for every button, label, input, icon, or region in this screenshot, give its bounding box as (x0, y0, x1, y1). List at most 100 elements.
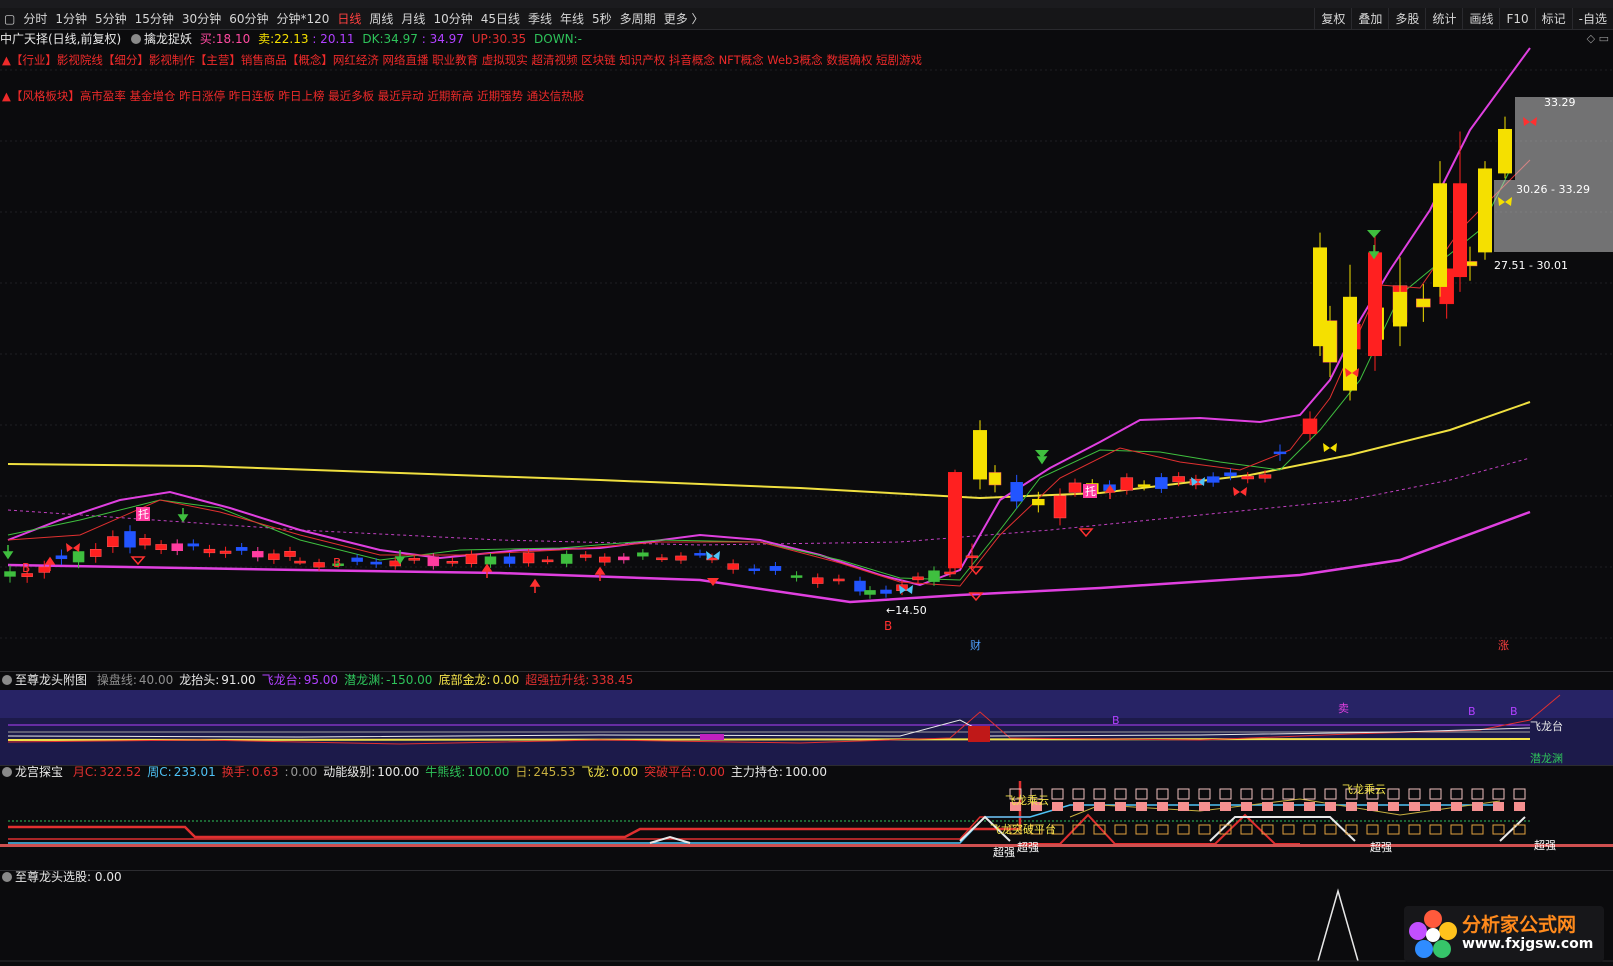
pane3-tag: 超强 (993, 845, 1015, 859)
toolbar-tool-button[interactable]: 统计 (1425, 8, 1462, 30)
platform-box (1387, 824, 1400, 835)
diamond-icon (130, 556, 146, 566)
platform-box (1114, 824, 1127, 835)
sector-tags[interactable]: ▲【行业】影视院线【细分】影视制作【主营】销售商品【概念】网红经济 网络直播 职… (2, 52, 922, 68)
pane3-tag: 飞龙突破平台 (990, 822, 1056, 836)
period-tab[interactable]: 月线 (397, 8, 429, 30)
candle-body (1302, 418, 1318, 435)
period-tab[interactable]: 分钟*120 (272, 8, 333, 30)
period-tab[interactable]: 5秒 (588, 8, 616, 30)
period-tab[interactable]: 季线 (524, 8, 556, 30)
indicator-label: : (284, 765, 289, 779)
indicator-label: 日: (515, 765, 532, 779)
platform-box (1303, 788, 1316, 800)
period-tab[interactable]: 更多 〉 (660, 8, 708, 30)
sell-label: 卖: (258, 32, 275, 46)
candle-body (833, 578, 845, 582)
period-tab[interactable]: 10分钟 (429, 8, 476, 30)
toolbar-tool-button[interactable]: -自选 (1571, 8, 1613, 30)
platform-box (1346, 802, 1357, 811)
period-tab[interactable]: 年线 (556, 8, 588, 30)
period-tab[interactable]: 1分钟 (51, 8, 91, 30)
pane2-indicator-chart[interactable]: 卖 B B B 飞龙台潜龙渊 (0, 690, 1613, 765)
stock-name[interactable]: 中广天择(日线,前复权) (0, 32, 121, 46)
platform-box (1283, 802, 1294, 811)
candle-body (55, 555, 68, 560)
pane4-toggle-icon[interactable] (2, 872, 12, 882)
platform-box (1177, 788, 1190, 800)
pane4-title[interactable]: 至尊龙头选股 (15, 870, 87, 884)
indicator-toggle-icon[interactable] (131, 34, 142, 44)
candle-body (790, 575, 803, 578)
platform-box (1409, 802, 1420, 811)
candle-body (1224, 472, 1237, 477)
b-marker: B (884, 619, 892, 633)
platform-box (1388, 802, 1399, 811)
candle-body (268, 553, 280, 560)
candle-body (1313, 247, 1327, 347)
period-tab[interactable]: 分时 (19, 8, 51, 30)
candle-body (1453, 183, 1467, 278)
cai-marker: 财 (970, 638, 981, 652)
indicator-value: 245.53 (533, 765, 576, 779)
period-tab[interactable]: 周线 (365, 8, 397, 30)
candle-body (1155, 477, 1168, 489)
yellow-line (7, 401, 1531, 500)
candle-body (675, 555, 687, 561)
pane3-toggle-icon[interactable] (2, 767, 12, 777)
platform-box (1366, 824, 1379, 835)
pane4-indicator-chart[interactable] (0, 886, 1613, 966)
candle-body (408, 558, 421, 561)
pane3-title[interactable]: 龙宫探宝 (15, 765, 63, 779)
toolbar-tool-button[interactable]: 标记 (1534, 8, 1572, 30)
platform-box (1198, 824, 1211, 835)
pane2-toggle-icon[interactable] (2, 675, 12, 685)
period-tab[interactable]: 45日线 (477, 8, 524, 30)
platform-box (1177, 824, 1190, 835)
toolbar-tool-button[interactable]: 多股 (1388, 8, 1425, 30)
period-tab[interactable]: 30分钟 (178, 8, 225, 30)
pane-divider[interactable] (0, 870, 1613, 871)
buy-value: 18.10 (215, 32, 251, 46)
toolbar-tool-button[interactable]: 画线 (1462, 8, 1499, 30)
platform-box (1219, 788, 1232, 800)
platform-box (1492, 824, 1505, 835)
candle-body (503, 556, 516, 564)
pane2-title[interactable]: 至尊龙头附图 (15, 673, 87, 687)
toolbar-tool-button[interactable]: 叠加 (1351, 8, 1388, 30)
pane2-marker: 卖 (1338, 702, 1349, 715)
platform-box (1282, 824, 1295, 835)
toolbar-tool-button[interactable]: 复权 (1314, 8, 1351, 30)
toolbar-left-icon[interactable]: ▢ (0, 8, 19, 30)
candle-body (579, 554, 592, 558)
candle-body (72, 551, 85, 563)
indicator-label: 操盘线: (96, 673, 137, 687)
platform-box (1262, 802, 1273, 811)
indicator-name[interactable]: 擒龙捉妖 (144, 32, 192, 46)
main-candlestick-chart[interactable]: 33.29 30.26 - 33.29 27.51 - 30.01 ←14.50 财 涨 B… (0, 30, 1613, 671)
price-box-label: 30.26 - 33.29 (1516, 183, 1590, 196)
period-tab[interactable]: 5分钟 (91, 8, 131, 30)
pane3-indicator-chart[interactable]: 飞龙乘云飞龙乘云飞龙突破平台超强 超强 超强 超强 (0, 781, 1613, 871)
buy-label: 买: (199, 32, 216, 46)
platform-box (1156, 824, 1169, 835)
platform-box (1157, 802, 1168, 811)
period-tab[interactable]: 日线 (333, 8, 365, 30)
platform-box (1198, 788, 1211, 800)
indicator-value: 100.00 (467, 765, 510, 779)
period-tab[interactable]: 多周期 (616, 8, 660, 30)
butterfly-icon (1233, 487, 1247, 496)
style-tags[interactable]: ▲【风格板块】高市盈率 基金增仓 昨日涨停 昨日连板 昨日上榜 最近多板 最近异… (2, 88, 584, 104)
period-tab[interactable]: 60分钟 (225, 8, 272, 30)
indicator-value: 233.01 (173, 765, 216, 779)
indicator-label: 飞龙台: (261, 673, 302, 687)
pane2-title-line: 至尊龙头附图 操盘线: 40.00 龙抬头: 91.00 飞龙台: 95.00 潜龙渊: -1… (2, 672, 633, 688)
indicator-label: 月C: (72, 765, 98, 779)
red-line (7, 159, 1531, 587)
candle-body (252, 551, 264, 558)
candle-body (171, 543, 183, 552)
toolbar-tool-button[interactable]: F10 (1499, 8, 1534, 30)
up-value: 30.35 (491, 32, 527, 46)
period-tab[interactable]: 15分钟 (131, 8, 178, 30)
up-arrow-icon (594, 566, 606, 581)
